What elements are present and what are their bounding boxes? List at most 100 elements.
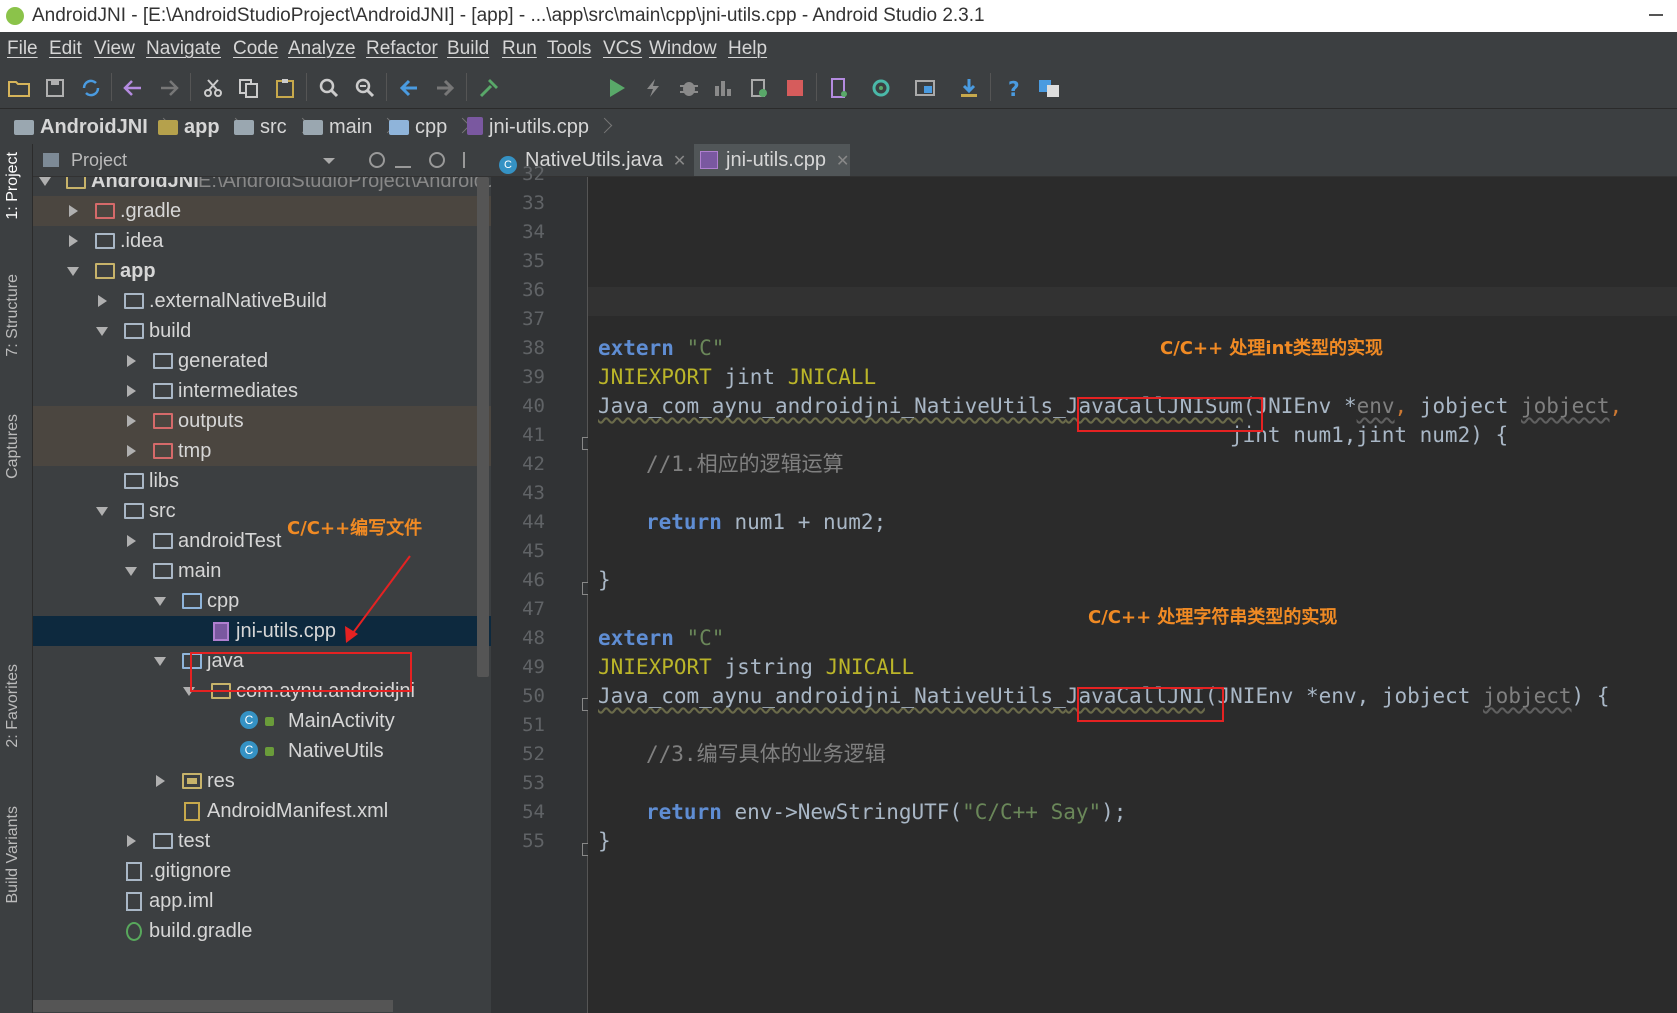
menu-navigate[interactable]: Navigate [146, 32, 221, 66]
menu-help[interactable]: Help [728, 32, 767, 66]
menu-analyze[interactable]: Analyze [288, 32, 356, 66]
tab-build-variants-tool[interactable]: Build Variants [4, 806, 22, 904]
menu-edit[interactable]: Edit [49, 32, 82, 66]
tree-item-cpp[interactable]: cpp [33, 586, 491, 616]
avd-manager-icon[interactable] [828, 78, 850, 98]
tree-item-build-gradle[interactable]: build.gradle [33, 916, 491, 946]
replace-icon[interactable] [354, 78, 376, 98]
chevron-right-icon[interactable] [127, 535, 136, 547]
tree-horizontal-scrollbar[interactable] [33, 1000, 393, 1012]
paste-icon[interactable] [274, 78, 296, 98]
chevron-right-icon[interactable] [127, 355, 136, 367]
tree-item-intermediates[interactable]: intermediates [33, 376, 491, 406]
breadcrumb-item-cpp[interactable]: cpp [389, 109, 471, 145]
back-icon[interactable] [398, 78, 420, 98]
tree-item-external-native-build[interactable]: .externalNativeBuild [33, 286, 491, 316]
tree-item-src[interactable]: src [33, 496, 491, 526]
tree-item-build[interactable]: build [33, 316, 491, 346]
copy-icon[interactable] [238, 78, 260, 98]
scroll-from-source-icon[interactable] [369, 152, 385, 168]
chevron-right-icon[interactable] [127, 385, 136, 397]
collapse-all-icon[interactable] [395, 152, 411, 168]
profile-icon[interactable] [712, 78, 734, 98]
chevron-right-icon[interactable] [69, 205, 78, 217]
apply-changes-icon[interactable] [642, 78, 664, 98]
chevron-right-icon[interactable] [127, 415, 136, 427]
redo-icon[interactable] [158, 78, 180, 98]
sdk-manager-icon[interactable] [870, 78, 892, 98]
tree-item-tmp[interactable]: tmp [33, 436, 491, 466]
chevron-right-icon[interactable] [156, 775, 165, 787]
hide-panel-icon[interactable] [463, 152, 479, 168]
sync-icon[interactable] [80, 78, 102, 98]
menu-view[interactable]: View [94, 32, 135, 66]
forward-icon[interactable] [434, 78, 456, 98]
attach-debugger-icon[interactable] [748, 78, 770, 98]
chevron-down-icon[interactable] [67, 267, 79, 276]
chevron-down-icon[interactable] [39, 177, 51, 186]
breadcrumb-item-project[interactable]: AndroidJNI [14, 109, 172, 145]
breadcrumb-item-app[interactable]: app [158, 109, 243, 145]
chevron-down-icon[interactable] [125, 567, 137, 576]
undo-icon[interactable] [122, 78, 144, 98]
tree-item-gitignore[interactable]: .gitignore [33, 856, 491, 886]
make-project-icon[interactable] [478, 78, 500, 98]
cut-icon[interactable] [202, 78, 224, 98]
close-icon[interactable]: ✕ [673, 153, 686, 170]
tree-item-main-activity[interactable]: C MainActivity [33, 706, 491, 736]
tab-captures-tool[interactable]: Captures [4, 414, 22, 479]
gear-icon[interactable] [429, 152, 445, 168]
chevron-down-icon[interactable] [323, 158, 335, 164]
chevron-right-icon[interactable] [127, 445, 136, 457]
chevron-right-icon[interactable] [127, 835, 136, 847]
tree-item-main[interactable]: main [33, 556, 491, 586]
tree-item-android-test[interactable]: androidTest [33, 526, 491, 556]
tree-vertical-scrollbar[interactable] [477, 177, 489, 677]
stop-icon[interactable] [784, 78, 806, 98]
tab-project-tool[interactable]: 1: Project [4, 152, 22, 220]
translate-icon[interactable] [1038, 78, 1060, 98]
tab-structure-tool[interactable]: 7: Structure [4, 274, 22, 357]
menu-build[interactable]: Build [447, 32, 489, 66]
tree-item-generated[interactable]: generated [33, 346, 491, 376]
menu-refactor[interactable]: Refactor [366, 32, 438, 66]
project-structure-icon[interactable] [914, 78, 936, 98]
run-icon[interactable] [606, 78, 628, 98]
tree-item-root[interactable]: AndroidJNI E:\AndroidStudioProject\Andro… [33, 177, 491, 196]
open-folder-icon[interactable] [8, 78, 30, 98]
tab-jni-utils-cpp[interactable]: jni-utils.cpp ✕ [694, 144, 850, 176]
tree-item-jni-utils-cpp[interactable]: jni-utils.cpp [33, 616, 491, 646]
help-icon[interactable]: ? [1003, 78, 1025, 98]
chevron-down-icon[interactable] [154, 657, 166, 666]
breadcrumb-item-main[interactable]: main [303, 109, 396, 145]
menu-vcs[interactable]: VCS [603, 32, 642, 66]
tree-item-app[interactable]: app [33, 256, 491, 286]
menu-window[interactable]: Window [649, 32, 717, 66]
menu-tools[interactable]: Tools [547, 32, 591, 66]
find-icon[interactable] [318, 78, 340, 98]
breadcrumb-item-file[interactable]: jni-utils.cpp [467, 109, 613, 145]
menu-code[interactable]: Code [233, 32, 278, 66]
tree-item-res[interactable]: res [33, 766, 491, 796]
chevron-down-icon[interactable] [154, 597, 166, 606]
chevron-down-icon[interactable] [96, 507, 108, 516]
minimize-button[interactable] [1649, 14, 1663, 16]
download-icon[interactable] [958, 78, 980, 98]
chevron-right-icon[interactable] [69, 235, 78, 247]
chevron-down-icon[interactable] [96, 327, 108, 336]
debug-icon[interactable] [678, 78, 700, 98]
code-editor[interactable]: extern "C" JNIEXPORT jint JNICALL Java_c… [588, 177, 1677, 1013]
menu-run[interactable]: Run [502, 32, 537, 66]
project-view-select[interactable]: Project [71, 144, 127, 176]
close-icon[interactable]: ✕ [836, 153, 849, 170]
chevron-right-icon[interactable] [98, 295, 107, 307]
tab-favorites-tool[interactable]: 2: Favorites [4, 664, 22, 748]
tree-item-native-utils[interactable]: C NativeUtils [33, 736, 491, 766]
tree-item-test[interactable]: test [33, 826, 491, 856]
tree-item-libs[interactable]: libs [33, 466, 491, 496]
menu-file[interactable]: File [7, 32, 38, 66]
tree-item-gradle[interactable]: .gradle [33, 196, 491, 226]
tree-item-app-iml[interactable]: app.iml [33, 886, 491, 916]
breadcrumb-item-src[interactable]: src [234, 109, 310, 145]
tree-item-idea[interactable]: .idea [33, 226, 491, 256]
